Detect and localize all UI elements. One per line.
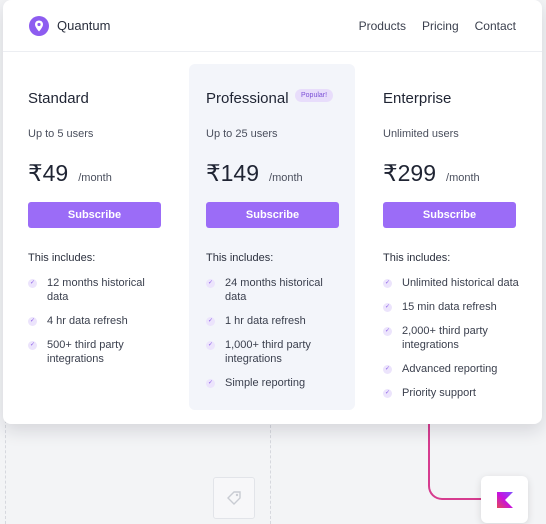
- nav-link-contact[interactable]: Contact: [475, 19, 516, 33]
- plan-name: Professional: [206, 90, 289, 107]
- subscribe-standard-button[interactable]: Subscribe: [28, 202, 161, 228]
- includes-label: This includes:: [28, 252, 96, 264]
- check-icon: ✓: [383, 303, 392, 312]
- plan-name: Standard: [28, 90, 89, 107]
- check-icon: ✓: [28, 279, 37, 288]
- brand[interactable]: Quantum: [29, 15, 111, 36]
- plan-price: ₹49: [28, 160, 69, 186]
- plan-users: Up to 25 users: [206, 128, 278, 140]
- plan-price: ₹299: [383, 160, 437, 186]
- includes-label: This includes:: [206, 252, 274, 264]
- flow-connector: [428, 424, 484, 500]
- plan-name: Enterprise: [383, 90, 452, 107]
- nav-links: Products Pricing Contact: [359, 19, 516, 33]
- list-item: ✓ 4 hr data refresh: [28, 315, 128, 327]
- popular-badge: Popular!: [295, 89, 334, 102]
- list-item: ✓ 15 min data refresh: [383, 301, 497, 313]
- subscribe-enterprise-button[interactable]: Subscribe: [383, 202, 516, 228]
- plan-users: Up to 5 users: [28, 128, 94, 140]
- location-pin-logo-icon: [29, 15, 49, 36]
- list-item: ✓ 24 months historical data: [206, 277, 323, 303]
- check-icon: ✓: [28, 341, 37, 350]
- check-icon: ✓: [206, 317, 215, 326]
- check-icon: ✓: [206, 279, 215, 288]
- brand-name: Quantum: [57, 18, 111, 33]
- feature-list: ✓ Unlimited historical data ✓ 15 min data …: [383, 276, 523, 410]
- list-item: ✓ Advanced reporting: [383, 363, 498, 375]
- kotlin-logo-icon: [496, 491, 513, 508]
- pricing-card: Quantum Products Pricing Contact Standar…: [3, 0, 542, 424]
- price-period: /month: [446, 172, 480, 184]
- list-item: ✓ 12 months historical data: [28, 277, 145, 303]
- price-row: ₹299 /month: [383, 160, 480, 187]
- top-nav: Quantum Products Pricing Contact: [3, 0, 542, 52]
- check-icon: ✓: [28, 317, 37, 326]
- feature-list: ✓ 12 months historical data ✓ 4 hr data re…: [28, 276, 168, 376]
- plan-professional: Professional Popular! Up to 25 users ₹14…: [189, 64, 355, 410]
- nav-link-products[interactable]: Products: [359, 19, 406, 33]
- plan-enterprise: Enterprise Unlimited users ₹299 /month S…: [360, 64, 526, 410]
- list-item: ✓ 1,000+ third party integrations: [206, 339, 311, 365]
- list-item: ✓ 2,000+ third party integrations: [383, 325, 488, 351]
- plan-price: ₹149: [206, 160, 260, 186]
- check-icon: ✓: [383, 279, 392, 288]
- list-item: ✓ Simple reporting: [206, 377, 306, 389]
- check-icon: ✓: [383, 365, 392, 374]
- price-period: /month: [78, 172, 112, 184]
- feature-list: ✓ 24 months historical data ✓ 1 hr data re…: [206, 276, 346, 400]
- ghost-node[interactable]: [213, 477, 255, 519]
- price-row: ₹149 /month: [206, 160, 303, 187]
- price-period: /month: [269, 172, 303, 184]
- grid-guide-line: [270, 420, 271, 524]
- plan-standard: Standard Up to 5 users ₹49 /month Subscr…: [3, 64, 169, 410]
- price-row: ₹49 /month: [28, 160, 112, 187]
- nav-link-pricing[interactable]: Pricing: [422, 19, 459, 33]
- check-icon: ✓: [206, 379, 215, 388]
- subscribe-professional-button[interactable]: Subscribe: [206, 202, 339, 228]
- plans-row: Standard Up to 5 users ₹49 /month Subscr…: [3, 52, 542, 424]
- list-item: ✓ Unlimited historical data: [383, 277, 519, 289]
- check-icon: ✓: [383, 389, 392, 398]
- includes-label: This includes:: [383, 252, 451, 264]
- list-item: ✓ 1 hr data refresh: [206, 315, 306, 327]
- plan-users: Unlimited users: [383, 128, 459, 140]
- app-node[interactable]: [481, 476, 528, 523]
- check-icon: ✓: [383, 327, 392, 336]
- list-item: ✓ Priority support: [383, 387, 476, 399]
- check-icon: ✓: [206, 341, 215, 350]
- list-item: ✓ 500+ third party integrations: [28, 339, 124, 365]
- grid-guide-line: [5, 420, 6, 524]
- tag-icon: [227, 491, 241, 505]
